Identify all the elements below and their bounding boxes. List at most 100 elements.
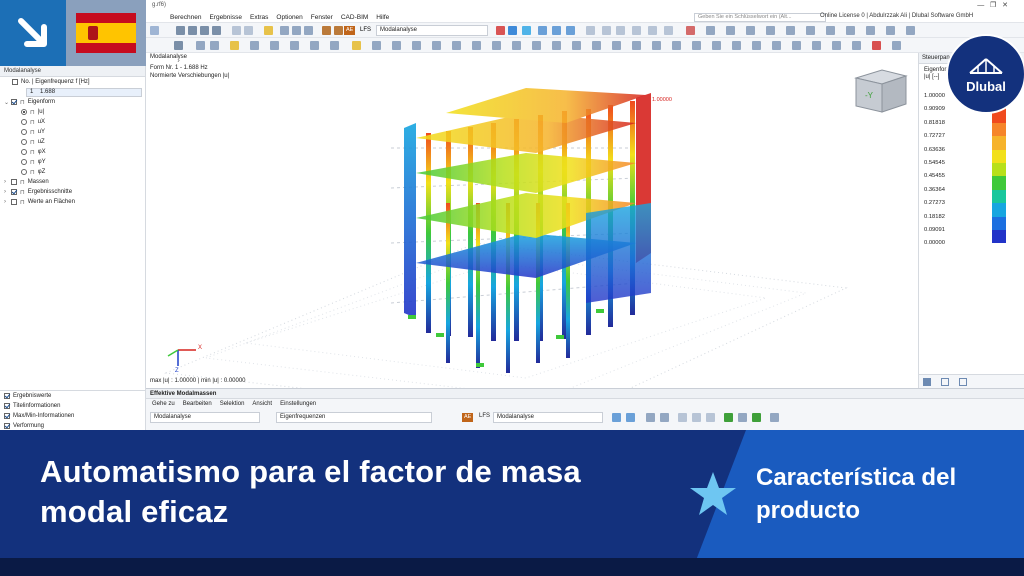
freq-checkbox[interactable] bbox=[12, 79, 18, 85]
select-icon[interactable] bbox=[174, 41, 183, 50]
table-tool-icon[interactable] bbox=[646, 413, 655, 422]
tool-icon[interactable] bbox=[746, 26, 755, 35]
checkbox[interactable] bbox=[11, 189, 17, 195]
menu-cad-bim[interactable]: CAD-BIM bbox=[341, 14, 368, 21]
tool-icon[interactable] bbox=[648, 26, 657, 35]
expand-arrow-icon[interactable]: › bbox=[4, 189, 8, 195]
grid-icon[interactable] bbox=[304, 26, 313, 35]
draw-icon[interactable] bbox=[552, 41, 561, 50]
radio-button[interactable] bbox=[21, 119, 27, 125]
table-menu-goto[interactable]: Gehe zu bbox=[152, 401, 175, 408]
table-menu-edit[interactable]: Bearbeiten bbox=[183, 401, 212, 408]
analysis-select[interactable]: Modalanalyse bbox=[376, 25, 488, 36]
table-tool-icon[interactable] bbox=[678, 413, 687, 422]
table-tool-icon[interactable] bbox=[612, 413, 621, 422]
nav-bottom-item[interactable]: Titelinformationen bbox=[0, 401, 145, 411]
draw-icon[interactable] bbox=[372, 41, 381, 50]
table-menu-view[interactable]: Ansicht bbox=[252, 401, 272, 408]
nav-tree-item[interactable]: › ⊓ Ergebnisschnitte bbox=[0, 187, 145, 197]
tool-icon[interactable] bbox=[602, 26, 611, 35]
draw-icon[interactable] bbox=[532, 41, 541, 50]
draw-icon[interactable] bbox=[792, 41, 801, 50]
menu-optionen[interactable]: Optionen bbox=[276, 14, 302, 21]
draw-icon[interactable] bbox=[752, 41, 761, 50]
table-tool-icon[interactable] bbox=[692, 413, 701, 422]
draw-icon[interactable] bbox=[472, 41, 481, 50]
draw-icon[interactable] bbox=[290, 41, 299, 50]
draw-icon[interactable] bbox=[210, 41, 219, 50]
nav-bottom-item[interactable]: Ergebniswerte bbox=[0, 391, 145, 401]
table-tool-icon[interactable] bbox=[660, 413, 669, 422]
draw-icon[interactable] bbox=[250, 41, 259, 50]
table-tool-icon[interactable] bbox=[752, 413, 761, 422]
draw-icon[interactable] bbox=[330, 41, 339, 50]
draw-icon[interactable] bbox=[270, 41, 279, 50]
nav-tree-item[interactable]: ⊓ |u| bbox=[0, 107, 145, 117]
table-tool-icon[interactable] bbox=[738, 413, 747, 422]
radio-button[interactable] bbox=[21, 129, 27, 135]
view-cube[interactable]: -Y bbox=[852, 66, 910, 121]
draw-icon[interactable] bbox=[572, 41, 581, 50]
draw-icon[interactable] bbox=[892, 41, 901, 50]
draw-icon[interactable] bbox=[652, 41, 661, 50]
result-icon[interactable] bbox=[496, 26, 505, 35]
expand-arrow-icon[interactable]: › bbox=[4, 179, 8, 185]
draw-icon[interactable] bbox=[432, 41, 441, 50]
tool-icon[interactable] bbox=[616, 26, 625, 35]
radio-button[interactable] bbox=[21, 169, 27, 175]
checkbox[interactable] bbox=[11, 179, 17, 185]
legend-tab-icon[interactable] bbox=[923, 378, 931, 386]
tool-icon[interactable] bbox=[726, 26, 735, 35]
label-icon[interactable] bbox=[264, 26, 273, 35]
undo-icon[interactable] bbox=[150, 26, 159, 35]
tool-icon[interactable] bbox=[686, 26, 695, 35]
draw-icon[interactable] bbox=[230, 41, 239, 50]
tool-icon[interactable] bbox=[786, 26, 795, 35]
table-case-select[interactable]: Modalanalyse bbox=[493, 412, 603, 423]
table-menu-selection[interactable]: Selektion bbox=[220, 401, 245, 408]
radio-button[interactable] bbox=[21, 139, 27, 145]
menu-hilfe[interactable]: Hilfe bbox=[376, 14, 389, 21]
draw-icon[interactable] bbox=[196, 41, 205, 50]
draw-icon[interactable] bbox=[612, 41, 621, 50]
nav-tree-item[interactable]: ⊓ uX bbox=[0, 117, 145, 127]
nav-bottom-item[interactable]: Max/Min-Informationen bbox=[0, 411, 145, 421]
tool-icon[interactable] bbox=[826, 26, 835, 35]
draw-icon[interactable] bbox=[732, 41, 741, 50]
nav-tree-item[interactable]: ⊓ φZ bbox=[0, 167, 145, 177]
draw-icon[interactable] bbox=[672, 41, 681, 50]
table-menu-settings[interactable]: Einstellungen bbox=[280, 401, 316, 408]
draw-icon[interactable] bbox=[712, 41, 721, 50]
draw-icon[interactable] bbox=[452, 41, 461, 50]
result-icon[interactable] bbox=[522, 26, 531, 35]
draw-icon[interactable] bbox=[632, 41, 641, 50]
draw-icon[interactable] bbox=[772, 41, 781, 50]
view-icon[interactable] bbox=[212, 26, 221, 35]
expand-arrow-icon[interactable]: ⌄ bbox=[4, 99, 9, 106]
tool-icon[interactable] bbox=[664, 26, 673, 35]
table-tool-icon[interactable] bbox=[626, 413, 635, 422]
result-icon[interactable] bbox=[538, 26, 547, 35]
draw-icon[interactable] bbox=[412, 41, 421, 50]
excel-icon[interactable] bbox=[724, 413, 733, 422]
tool-icon[interactable] bbox=[766, 26, 775, 35]
table-search-icon[interactable] bbox=[770, 413, 779, 422]
result-icon[interactable] bbox=[566, 26, 575, 35]
radio-button[interactable] bbox=[21, 149, 27, 155]
tool-icon[interactable] bbox=[632, 26, 641, 35]
draw-icon[interactable] bbox=[512, 41, 521, 50]
tool-icon[interactable] bbox=[906, 26, 915, 35]
tool-icon[interactable] bbox=[866, 26, 875, 35]
nav-tree-item[interactable]: ⊓ uY bbox=[0, 127, 145, 137]
checkbox[interactable] bbox=[11, 199, 17, 205]
draw-icon[interactable] bbox=[692, 41, 701, 50]
nav-tree-item[interactable]: ⊓ uZ bbox=[0, 137, 145, 147]
tool-icon[interactable] bbox=[846, 26, 855, 35]
load-icon[interactable] bbox=[334, 26, 343, 35]
grid-icon[interactable] bbox=[280, 26, 289, 35]
menu-fenster[interactable]: Fenster bbox=[311, 14, 333, 21]
menu-ergebnisse[interactable]: Ergebnisse bbox=[209, 14, 242, 21]
radio-button[interactable] bbox=[21, 159, 27, 165]
nav-tree-item[interactable]: › ⊓ Werte an Flächen bbox=[0, 197, 145, 207]
display-icon[interactable] bbox=[244, 26, 253, 35]
